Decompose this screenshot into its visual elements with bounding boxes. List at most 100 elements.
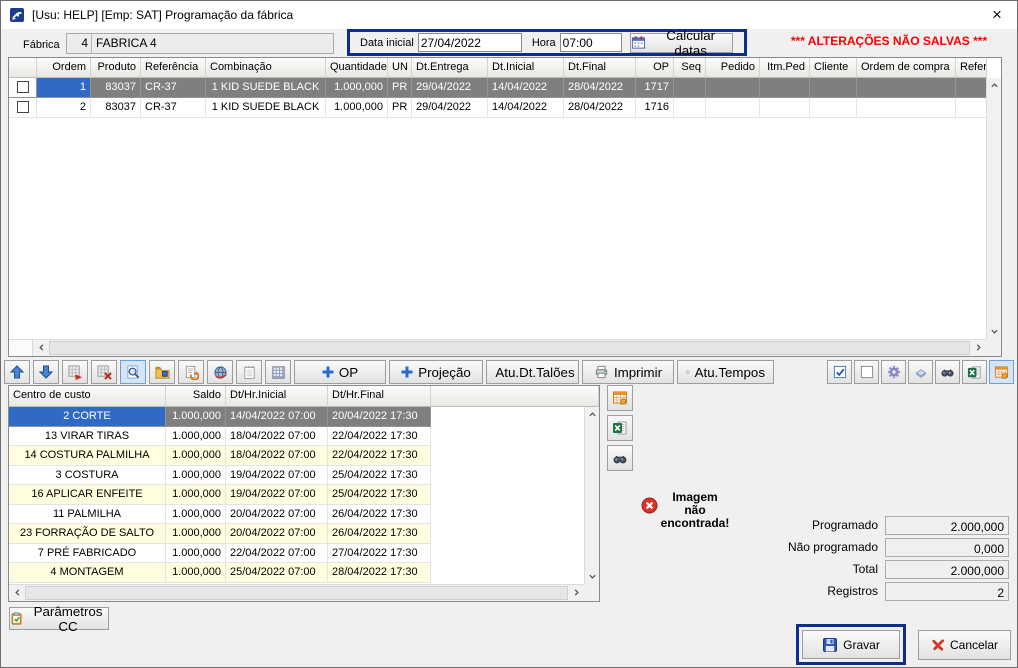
- cost-row[interactable]: 2 CORTE 1.000,000 14/04/2022 07:00 20/04…: [9, 407, 599, 427]
- grid-move-row-button[interactable]: [62, 360, 88, 384]
- grid-view-button[interactable]: [265, 360, 291, 384]
- calcular-datas-button[interactable]: Calcular datas: [630, 33, 733, 53]
- uncheck-all-button[interactable]: [854, 360, 879, 384]
- cc-schedule-button[interactable]: [607, 385, 633, 411]
- cost-row[interactable]: 14 COSTURA PALMILHA 1.000,000 18/04/2022…: [9, 446, 599, 466]
- move-up-button[interactable]: [4, 360, 30, 384]
- scroll-right-icon[interactable]: [568, 585, 584, 600]
- col-ordem[interactable]: Ordem: [37, 58, 91, 78]
- col-saldo[interactable]: Saldo: [166, 386, 226, 407]
- fabrica-name: FABRICA 4: [92, 34, 157, 53]
- export-excel-button[interactable]: [962, 360, 987, 384]
- cell-dthr-inicial: 20/04/2022 07:00: [226, 505, 328, 525]
- summary-total: Total 2.000,000: [701, 559, 1009, 579]
- move-down-button[interactable]: [33, 360, 59, 384]
- cost-row[interactable]: 4 MONTAGEM 1.000,000 25/04/2022 07:00 28…: [9, 563, 599, 583]
- cost-vertical-scrollbar[interactable]: [584, 407, 599, 584]
- col-un[interactable]: UN: [388, 58, 412, 78]
- scroll-up-icon[interactable]: [585, 407, 599, 422]
- col-ordem-compra[interactable]: Ordem de compra: [857, 58, 956, 78]
- cell-saldo: 1.000,000: [166, 427, 226, 447]
- open-folder-button[interactable]: [149, 360, 175, 384]
- col-refer[interactable]: Refer: [956, 58, 987, 78]
- cell-referencia: CR-37: [141, 98, 206, 118]
- col-pedido[interactable]: Pedido: [706, 58, 760, 78]
- preview-button[interactable]: [120, 360, 146, 384]
- col-seq[interactable]: Seq: [674, 58, 706, 78]
- parametros-cc-button[interactable]: Parâmetros CC: [9, 607, 109, 630]
- atu-dt-taloes-button[interactable]: Atu.Dt.Talões: [486, 360, 579, 384]
- close-icon[interactable]: ×: [987, 5, 1007, 25]
- cell-dthr-inicial: 25/04/2022 07:00: [226, 563, 328, 583]
- eraser-button[interactable]: [908, 360, 933, 384]
- document-refresh-button[interactable]: [178, 360, 204, 384]
- col-dthr-inicial[interactable]: Dt/Hr.Inicial: [226, 386, 328, 407]
- cell-refer: [956, 98, 987, 118]
- cost-row[interactable]: 3 COSTURA 1.000,000 19/04/2022 07:00 25/…: [9, 466, 599, 486]
- row-checkbox[interactable]: [17, 81, 29, 93]
- col-itm-ped[interactable]: Itm.Ped: [760, 58, 810, 78]
- orders-vertical-scrollbar[interactable]: [986, 78, 1001, 339]
- col-centro-custo[interactable]: Centro de custo: [9, 386, 166, 407]
- notes-button[interactable]: [236, 360, 262, 384]
- cc-search-button[interactable]: [607, 445, 633, 471]
- programado-label: Programado: [701, 518, 885, 532]
- col-dthr-final[interactable]: Dt/Hr.Final: [328, 386, 431, 407]
- cost-row[interactable]: 11 PALMILHA 1.000,000 20/04/2022 07:00 2…: [9, 505, 599, 525]
- imprimir-button[interactable]: Imprimir: [582, 360, 674, 384]
- cc-export-excel-button[interactable]: [607, 415, 633, 441]
- add-projecao-button[interactable]: Projeção: [389, 360, 483, 384]
- scroll-left-icon[interactable]: [33, 340, 49, 355]
- scroll-thumb[interactable]: [49, 341, 970, 355]
- scroll-down-icon[interactable]: [987, 324, 1001, 339]
- schedule-button[interactable]: [989, 360, 1014, 384]
- cell-dt-inicial: 14/04/2022: [488, 98, 564, 118]
- cost-row[interactable]: 16 APLICAR ENFEITE 1.000,000 19/04/2022 …: [9, 485, 599, 505]
- cell-ordem-compra: [857, 98, 956, 118]
- col-dt-final[interactable]: Dt.Final: [564, 58, 636, 78]
- col-checkbox[interactable]: [9, 58, 37, 78]
- scroll-down-icon[interactable]: [585, 569, 599, 584]
- atu-tempos-button[interactable]: Atu.Tempos: [677, 360, 774, 384]
- col-combinacao[interactable]: Combinação: [206, 58, 326, 78]
- cost-row[interactable]: 13 VIRAR TIRAS 1.000,000 18/04/2022 07:0…: [9, 427, 599, 447]
- cell-filler: [431, 446, 599, 466]
- order-row[interactable]: 2 83037 CR-37 1 KID SUEDE BLACK 1.000,00…: [9, 98, 1001, 118]
- document-refresh-icon: [184, 365, 199, 380]
- row-checkbox[interactable]: [17, 101, 29, 113]
- grid-delete-row-button[interactable]: [91, 360, 117, 384]
- data-inicial-input[interactable]: [418, 33, 522, 52]
- check-all-button[interactable]: [827, 360, 852, 384]
- cell-refer: [956, 78, 987, 98]
- scroll-up-icon[interactable]: [987, 78, 1001, 93]
- add-op-button[interactable]: OP: [294, 360, 386, 384]
- col-produto[interactable]: Produto: [91, 58, 141, 78]
- settings-button[interactable]: [881, 360, 906, 384]
- cell-filler: [431, 466, 599, 486]
- search-button[interactable]: [935, 360, 960, 384]
- cell-saldo: 1.000,000: [166, 446, 226, 466]
- col-cliente[interactable]: Cliente: [810, 58, 857, 78]
- atu-tempos-label: Atu.Tempos: [695, 365, 765, 380]
- col-quantidade[interactable]: Quantidade: [326, 58, 388, 78]
- cell-dt-entrega: 29/04/2022: [412, 78, 488, 98]
- hora-input[interactable]: [560, 33, 622, 52]
- cost-row[interactable]: 23 FORRAÇÃO DE SALTO 1.000,000 20/04/202…: [9, 524, 599, 544]
- globe-button[interactable]: [207, 360, 233, 384]
- orders-horizontal-scrollbar[interactable]: [9, 339, 986, 356]
- col-op[interactable]: OP: [636, 58, 674, 78]
- cost-horizontal-scrollbar[interactable]: [9, 584, 584, 601]
- scroll-right-icon[interactable]: [970, 340, 986, 355]
- col-dt-entrega[interactable]: Dt.Entrega: [412, 58, 488, 78]
- scroll-thumb[interactable]: [25, 586, 568, 600]
- calcular-datas-label: Calcular datas: [650, 28, 732, 58]
- order-row[interactable]: 1 83037 CR-37 1 KID SUEDE BLACK 1.000,00…: [9, 78, 1001, 98]
- col-referencia[interactable]: Referência: [141, 58, 206, 78]
- fabrica-field[interactable]: 4 FABRICA 4: [66, 33, 334, 54]
- col-dt-inicial[interactable]: Dt.Inicial: [488, 58, 564, 78]
- orders-table-header: Ordem Produto Referência Combinação Quan…: [9, 58, 1001, 78]
- cost-row[interactable]: 7 PRÉ FABRICADO 1.000,000 22/04/2022 07:…: [9, 544, 599, 564]
- scroll-left-icon[interactable]: [9, 585, 25, 600]
- gravar-button[interactable]: Gravar: [802, 630, 900, 659]
- cancelar-button[interactable]: Cancelar: [918, 630, 1011, 660]
